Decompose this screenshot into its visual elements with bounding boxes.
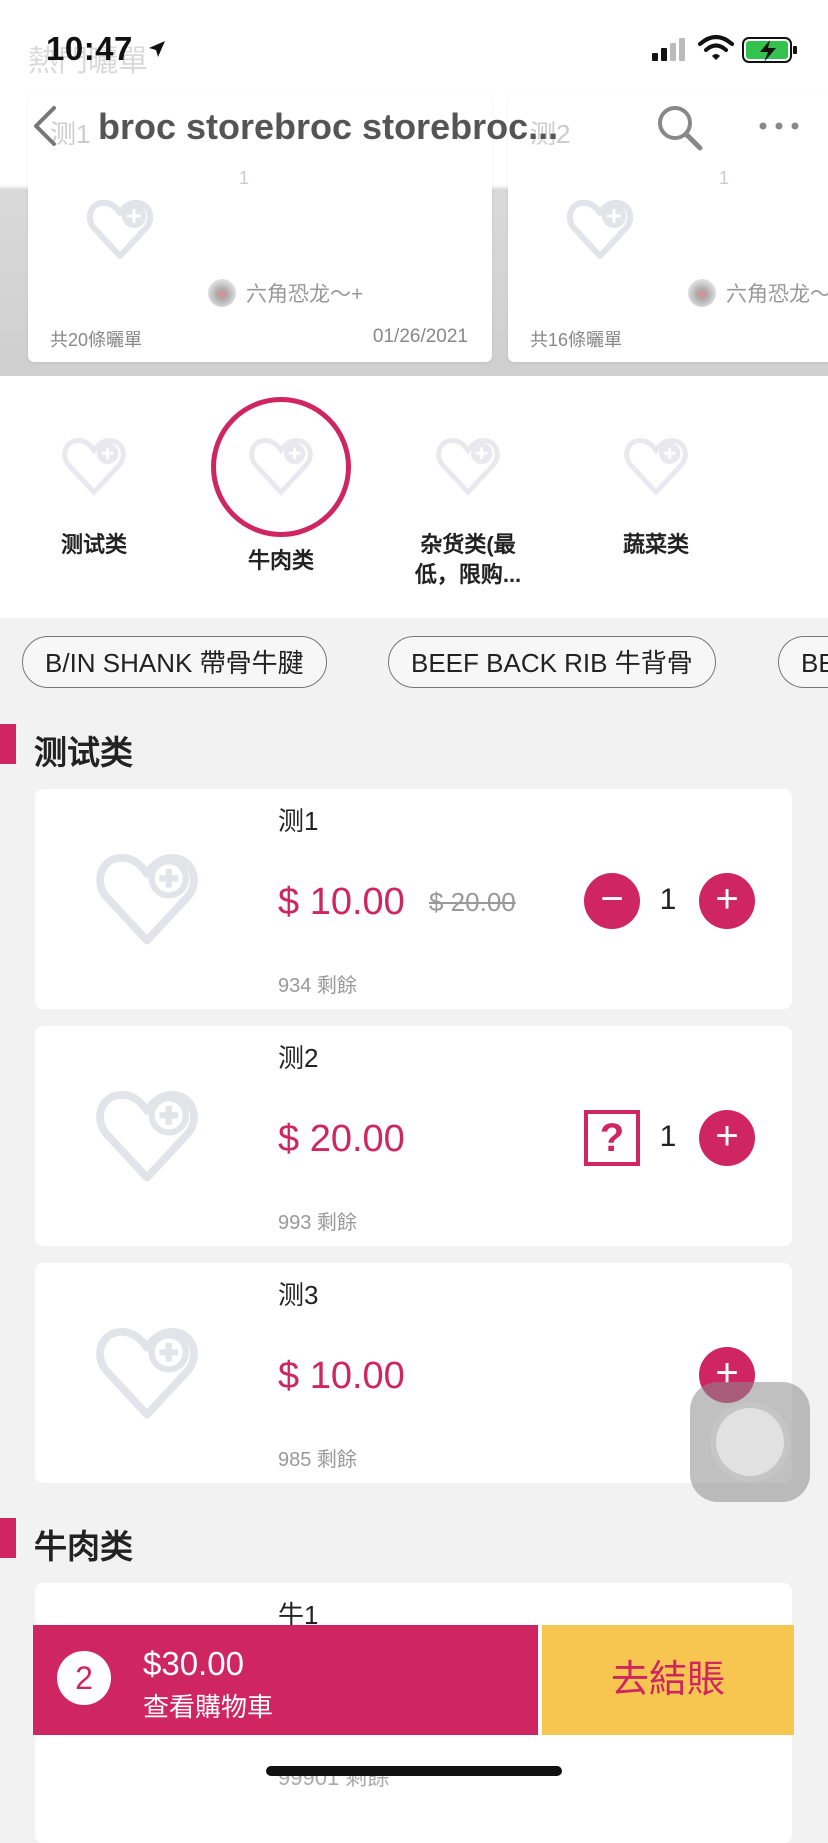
section-accent-bar <box>0 724 16 764</box>
product-original-price: $ 20.00 <box>429 887 516 917</box>
wishlist-item-count: 1 <box>238 168 249 188</box>
author-name: 六角恐龙～ <box>726 283 828 306</box>
increase-quantity-button[interactable]: + <box>699 1110 755 1166</box>
product-name: 测2 <box>278 1043 319 1073</box>
section-header: 测试类 <box>0 724 828 771</box>
search-icon[interactable] <box>654 102 704 152</box>
quantity-value: 1 <box>659 1120 677 1153</box>
product-card[interactable]: 测2 $ 20.00 993 剩餘 ? 1 + <box>35 1026 792 1246</box>
category-label: 测试类 <box>60 532 127 557</box>
product-placeholder-icon <box>96 854 198 945</box>
floating-assistive-button[interactable] <box>690 1382 810 1502</box>
product-placeholder-icon <box>96 1091 198 1182</box>
cart-count-badge: 2 <box>57 1651 111 1705</box>
status-time: 10:47 <box>46 30 133 67</box>
cellular-signal-icon <box>652 38 685 61</box>
product-stock: 99901 剩餘 <box>278 1765 390 1790</box>
home-indicator[interactable] <box>266 1766 562 1776</box>
increase-quantity-button[interactable]: + <box>699 873 755 929</box>
product-stock: 934 剩餘 <box>278 975 357 997</box>
avatar <box>688 279 716 307</box>
subcategory-chip[interactable]: BE <box>778 636 828 688</box>
store-title: broc storebroc storebroc... <box>98 106 559 147</box>
product-price: $ 10.00 <box>278 881 405 923</box>
back-arrow-icon[interactable] <box>30 104 60 148</box>
category-placeholder-icon <box>624 438 688 496</box>
floating-button-core <box>716 1408 784 1476</box>
location-arrow-icon <box>149 41 165 57</box>
category-label: 杂货类(最低，限购... <box>414 532 522 587</box>
avatar <box>208 279 236 307</box>
product-stock: 993 剩餘 <box>278 1212 357 1234</box>
section-title: 测试类 <box>34 734 133 771</box>
top-card-edge <box>34 0 794 22</box>
product-price: $ 20.00 <box>278 1118 405 1160</box>
placeholder-heart-icon <box>86 199 154 259</box>
cart-total: $30.00 <box>143 1645 244 1682</box>
decrease-quantity-button[interactable]: − <box>584 873 640 929</box>
section-title: 牛肉类 <box>34 1528 133 1565</box>
view-cart-label: 查看購物車 <box>143 1692 274 1722</box>
missing-glyph-icon[interactable]: ? <box>584 1110 640 1166</box>
category-placeholder-icon <box>436 438 500 496</box>
product-name: 测3 <box>278 1280 319 1310</box>
product-name: 测1 <box>278 806 319 836</box>
product-card[interactable]: 测1 $ 10.00 $ 20.00 934 剩餘 − 1 + <box>35 789 792 1009</box>
category-row: 测试类 牛肉类 杂货类(最低，限购... 蔬菜类 猪 <box>0 376 828 618</box>
section-accent-bar <box>0 1518 16 1558</box>
product-card[interactable]: 测3 $ 10.00 985 剩餘 + <box>35 1263 792 1483</box>
wifi-icon <box>698 35 734 60</box>
category-label: 牛肉类 <box>247 548 314 573</box>
more-options-icon[interactable] <box>756 112 802 140</box>
subcategory-chip-row: B/IN SHANK 帶骨牛腱 BEEF BACK RIB 牛背骨 BE <box>0 618 828 706</box>
wishlist-footer-count: 共16條曬單 <box>530 330 623 350</box>
placeholder-heart-icon <box>566 199 634 259</box>
section-header: 牛肉类 <box>0 1518 828 1565</box>
view-cart-bar[interactable]: 2 $30.00 查看購物車 <box>33 1625 538 1735</box>
battery-charging-icon <box>742 37 797 63</box>
subcategory-chip[interactable]: B/IN SHANK 帶骨牛腱 <box>22 636 327 688</box>
author-name: 六角恐龙～+ <box>246 283 364 306</box>
wishlist-date: 01/26/2021 <box>372 326 468 347</box>
category-placeholder-icon <box>249 438 313 496</box>
product-placeholder-icon <box>96 1328 198 1419</box>
quantity-value: 1 <box>659 883 677 916</box>
wishlist-author: 六角恐龙～ <box>688 278 828 308</box>
wishlist-author: 六角恐龙～+ <box>208 278 363 308</box>
checkout-button[interactable]: 去結賬 <box>542 1625 794 1735</box>
product-price: $ 10.00 <box>278 1355 405 1397</box>
category-placeholder-icon <box>62 438 126 496</box>
wishlist-item-count: 1 <box>718 168 729 188</box>
category-label: 蔬菜类 <box>622 532 689 557</box>
product-stock: 985 剩餘 <box>278 1449 357 1471</box>
wishlist-footer-count: 共20條曬單 <box>50 330 143 350</box>
subcategory-chip[interactable]: BEEF BACK RIB 牛背骨 <box>388 636 716 688</box>
